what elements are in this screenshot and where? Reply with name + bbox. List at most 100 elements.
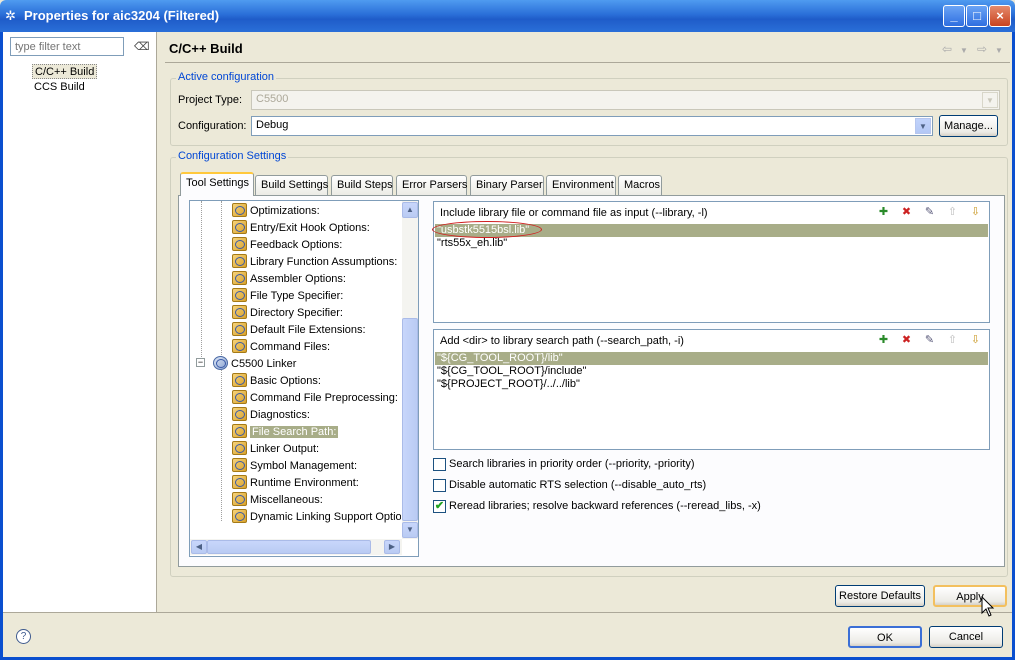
combo-arrow-icon[interactable]: ▼	[915, 118, 931, 134]
tree-item[interactable]: Linker Output:	[232, 441, 319, 457]
tree-item[interactable]: Basic Options:	[232, 373, 321, 389]
tool-option-icon	[232, 373, 247, 387]
reread-libs-checkbox[interactable]: ✔	[433, 500, 446, 513]
tree-item[interactable]: Diagnostics:	[232, 407, 310, 423]
tab-build-settings[interactable]: Build Settings	[255, 175, 328, 195]
tree-item[interactable]: Assembler Options:	[232, 271, 346, 287]
clear-filter-icon[interactable]: ⌫	[134, 40, 150, 55]
tree-item[interactable]: File Type Specifier:	[232, 288, 343, 304]
left-nav-pane	[3, 32, 157, 612]
configuration-value: Debug	[256, 119, 289, 131]
help-icon[interactable]: ?	[16, 629, 31, 644]
priority-checkbox[interactable]	[433, 458, 446, 471]
tree-item[interactable]: Miscellaneous:	[232, 492, 323, 508]
scroll-left-icon[interactable]: ◀	[191, 540, 207, 554]
tool-option-icon	[232, 407, 247, 421]
add-icon[interactable]: ✚	[876, 205, 891, 220]
close-button[interactable]: ×	[989, 5, 1011, 27]
cancel-button[interactable]: Cancel	[929, 626, 1003, 648]
tab-macros[interactable]: Macros	[618, 175, 662, 195]
tool-option-icon	[232, 322, 247, 336]
tree-item-linker[interactable]: C5500 Linker	[213, 356, 296, 372]
maximize-button[interactable]: □	[966, 5, 988, 27]
linker-icon	[213, 356, 228, 370]
project-type-combo: C5500 ▼	[251, 90, 1000, 110]
tab-environment[interactable]: Environment	[546, 175, 616, 195]
configuration-combo[interactable]: Debug ▼	[251, 116, 933, 136]
tab-tool-settings[interactable]: Tool Settings	[180, 172, 254, 196]
tree-item[interactable]: Entry/Exit Hook Options:	[232, 220, 370, 236]
tree-item[interactable]: Symbol Management:	[232, 458, 357, 474]
ok-button[interactable]: OK	[848, 626, 922, 648]
filter-input[interactable]	[10, 37, 124, 56]
page-title: C/C++ Build	[169, 41, 243, 56]
collapse-icon[interactable]: −	[196, 358, 205, 367]
forward-menu-chevron-icon[interactable]: ▼	[995, 46, 1003, 55]
tree-item[interactable]: Library Function Assumptions:	[232, 254, 397, 270]
tree-item[interactable]: Feedback Options:	[232, 237, 342, 253]
nav-item-cc-build[interactable]: C/C++ Build	[32, 64, 98, 79]
search-path-list-header: Add <dir> to library search path (--sear…	[440, 335, 684, 347]
edit-icon[interactable]: ✎	[922, 333, 937, 348]
move-down-icon[interactable]: ⇩	[968, 333, 983, 348]
list-item[interactable]: "${PROJECT_ROOT}/../../lib"	[435, 378, 988, 391]
annotation-oval	[432, 221, 542, 238]
tree-item[interactable]: Directory Specifier:	[232, 305, 343, 321]
scroll-down-icon[interactable]: ▼	[402, 522, 418, 538]
tree-item[interactable]: Default File Extensions:	[232, 322, 366, 338]
configuration-label: Configuration:	[178, 120, 247, 132]
app-icon: ✲	[5, 8, 16, 23]
tool-option-icon	[232, 305, 247, 319]
apply-button[interactable]: Apply	[933, 585, 1007, 607]
move-up-icon[interactable]: ⇧	[945, 333, 960, 348]
window-title: Properties for aic3204 (Filtered)	[24, 8, 220, 23]
list-item[interactable]: "${CG_TOOL_ROOT}/include"	[435, 365, 988, 378]
tree-item-selected[interactable]: File Search Path:	[232, 424, 339, 440]
disable-auto-rts-checkbox-label: Disable automatic RTS selection (--disab…	[449, 479, 707, 491]
project-type-value: C5500	[256, 93, 289, 105]
scroll-right-icon[interactable]: ▶	[384, 540, 400, 554]
disable-auto-rts-checkbox[interactable]	[433, 479, 446, 492]
manage-button[interactable]: Manage...	[939, 115, 998, 137]
nav-item-ccs-build[interactable]: CCS Build	[32, 80, 87, 95]
priority-checkbox-label: Search libraries in priority order (--pr…	[449, 458, 695, 470]
delete-icon[interactable]: ✖	[899, 205, 914, 220]
restore-defaults-button[interactable]: Restore Defaults	[835, 585, 925, 607]
back-menu-chevron-icon[interactable]: ▼	[960, 46, 968, 55]
move-down-icon[interactable]: ⇩	[968, 205, 983, 220]
edit-icon[interactable]: ✎	[922, 205, 937, 220]
library-list-header: Include library file or command file as …	[440, 207, 708, 219]
scroll-up-icon[interactable]: ▲	[402, 202, 418, 218]
tool-option-icon	[232, 271, 247, 285]
tool-option-icon	[232, 288, 247, 302]
list-item[interactable]: "rts55x_eh.lib"	[435, 237, 988, 250]
tool-option-icon	[232, 339, 247, 353]
tree-item[interactable]: Runtime Environment:	[232, 475, 359, 491]
tab-error-parsers[interactable]: Error Parsers	[396, 175, 467, 195]
tab-build-steps[interactable]: Build Steps	[331, 175, 393, 195]
tree-item[interactable]: Command File Preprocessing:	[232, 390, 398, 406]
tree-item[interactable]: Dynamic Linking Support Option	[232, 509, 401, 525]
forward-arrow-icon[interactable]: ⇨	[977, 42, 987, 56]
move-up-icon[interactable]: ⇧	[945, 205, 960, 220]
tool-option-icon	[232, 458, 247, 472]
horizontal-scroll-thumb[interactable]	[207, 540, 371, 554]
combo-arrow-icon: ▼	[982, 92, 998, 108]
delete-icon[interactable]: ✖	[899, 333, 914, 348]
tool-option-icon	[232, 203, 247, 217]
active-configuration-title: Active configuration	[176, 71, 276, 83]
tool-option-icon	[232, 424, 247, 438]
minimize-button[interactable]: _	[943, 5, 965, 27]
tool-option-icon	[232, 475, 247, 489]
header-divider	[165, 62, 1010, 63]
back-arrow-icon[interactable]: ⇦	[942, 42, 952, 56]
add-icon[interactable]: ✚	[876, 333, 891, 348]
tab-binary-parser[interactable]: Binary Parser	[470, 175, 544, 195]
tree-item[interactable]: Command Files:	[232, 339, 330, 355]
list-item-selected[interactable]: "${CG_TOOL_ROOT}/lib"	[435, 352, 988, 365]
tool-option-icon	[232, 254, 247, 268]
tree-item[interactable]: Optimizations:	[232, 203, 320, 219]
tool-option-icon	[232, 492, 247, 506]
reread-libs-checkbox-label: Reread libraries; resolve backward refer…	[449, 500, 761, 512]
vertical-scroll-thumb[interactable]	[402, 318, 418, 521]
